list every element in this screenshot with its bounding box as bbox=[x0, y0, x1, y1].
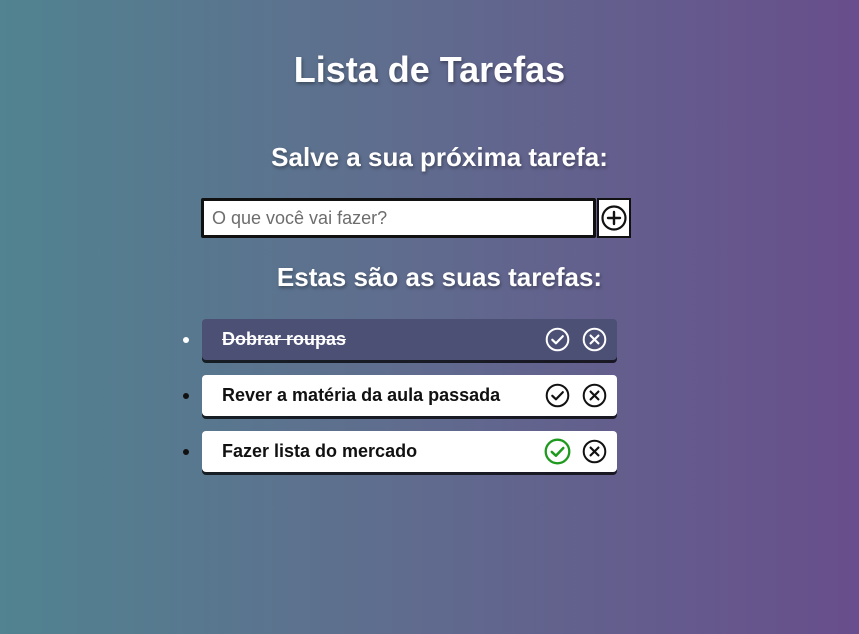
x-circle-icon bbox=[582, 327, 607, 352]
x-circle-icon bbox=[582, 439, 607, 464]
check-circle-icon bbox=[545, 383, 570, 408]
task-list: Dobrar roupas Rever a matéria da aula pa… bbox=[0, 319, 617, 487]
list-bullet bbox=[183, 449, 189, 455]
add-task-button[interactable] bbox=[597, 198, 631, 238]
task-text: Dobrar roupas bbox=[222, 329, 347, 349]
task-input[interactable] bbox=[201, 198, 596, 238]
complete-task-button[interactable] bbox=[545, 327, 570, 352]
tasks-heading: Estas são as suas tarefas: bbox=[276, 262, 603, 292]
remove-task-button[interactable] bbox=[582, 327, 607, 352]
check-circle-icon bbox=[544, 438, 571, 465]
x-circle-icon bbox=[582, 383, 607, 408]
add-task-form bbox=[201, 198, 631, 238]
task-item: Fazer lista do mercado bbox=[183, 431, 617, 472]
task-item: Rever a matéria da aula passada bbox=[183, 375, 617, 416]
plus-circle-icon bbox=[601, 205, 627, 231]
new-task-heading: Salve a sua próxima tarefa: bbox=[271, 142, 608, 172]
list-bullet bbox=[183, 337, 189, 343]
list-bullet bbox=[183, 393, 189, 399]
task-item: Dobrar roupas bbox=[183, 319, 617, 360]
check-circle-icon bbox=[545, 327, 570, 352]
remove-task-button[interactable] bbox=[582, 439, 607, 464]
task-text: Rever a matéria da aula passada bbox=[222, 385, 501, 405]
complete-task-button[interactable] bbox=[545, 383, 570, 408]
complete-task-button[interactable] bbox=[544, 438, 571, 465]
task-text: Fazer lista do mercado bbox=[222, 441, 418, 461]
remove-task-button[interactable] bbox=[582, 383, 607, 408]
page-title: Lista de Tarefas bbox=[293, 49, 566, 90]
